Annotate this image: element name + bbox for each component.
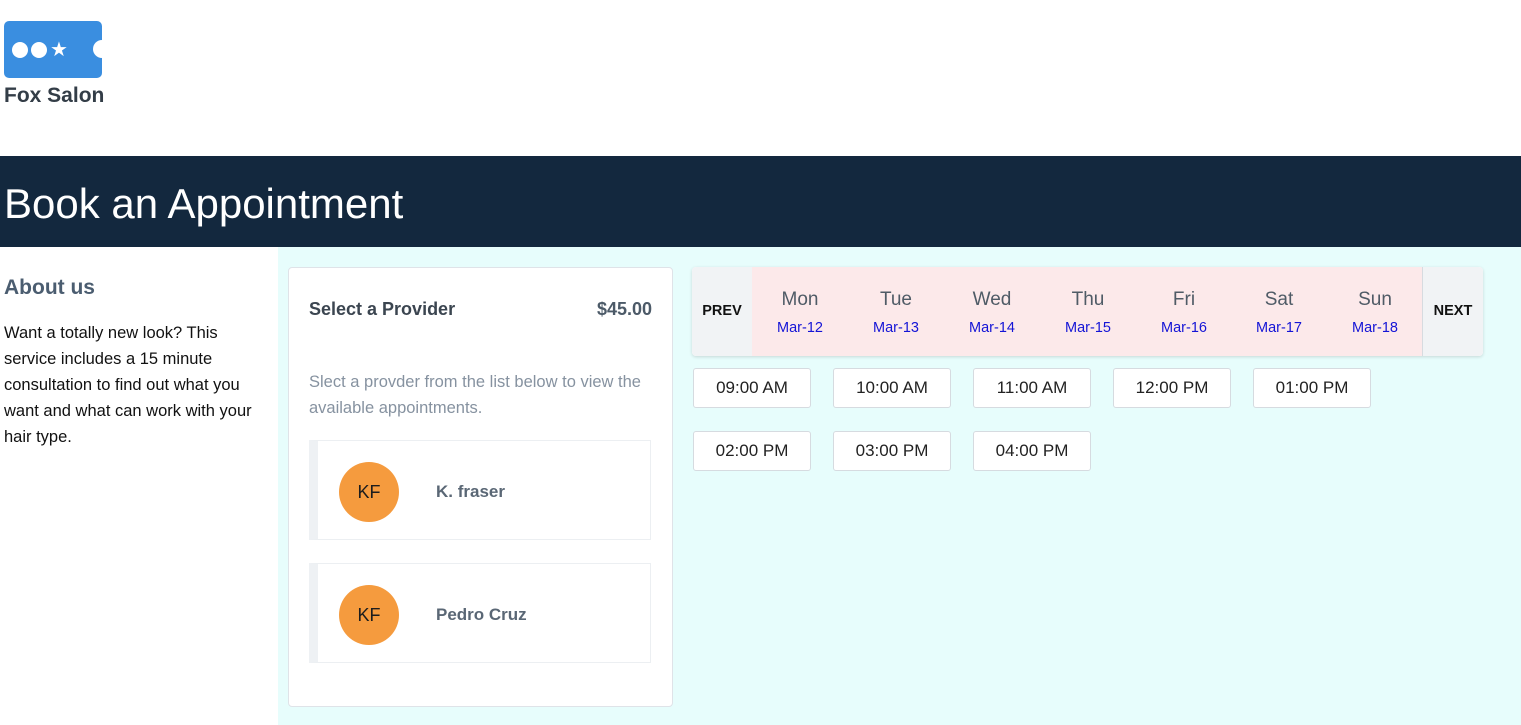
day-strip: Mon Mar-12 Tue Mar-13 Wed Mar-14 Thu Mar… xyxy=(752,267,1423,356)
day-name: Tue xyxy=(879,289,913,310)
week-calendar: PREV Mon Mar-12 Tue Mar-13 Wed Mar-14 Th… xyxy=(692,267,1483,356)
time-slot-button[interactable]: 04:00 PM xyxy=(973,431,1091,471)
day-name: Sat xyxy=(1264,289,1294,310)
day-mon[interactable]: Mon Mar-12 xyxy=(752,267,848,356)
day-name: Mon xyxy=(781,289,819,310)
day-date: Mar-18 xyxy=(1352,320,1398,336)
header: ★ Fox Salon xyxy=(0,0,1521,156)
logo-notch xyxy=(93,40,102,58)
provider-name: K. fraser xyxy=(436,482,505,501)
time-slot-button[interactable]: 02:00 PM xyxy=(693,431,811,471)
avatar: KF xyxy=(339,585,399,645)
time-slot-button[interactable]: 12:00 PM xyxy=(1113,368,1231,408)
about-heading: About us xyxy=(4,276,95,299)
about-section: About us Want a totally new look? This s… xyxy=(0,247,278,725)
day-name: Wed xyxy=(972,289,1012,310)
time-slot-button[interactable]: 01:00 PM xyxy=(1253,368,1371,408)
provider-hint: Slect a provder from the list below to v… xyxy=(309,373,641,417)
day-date: Mar-17 xyxy=(1256,320,1302,336)
prev-week-button[interactable]: PREV xyxy=(692,267,753,356)
provider-item[interactable]: KF K. fraser xyxy=(309,440,651,540)
star-icon: ★ xyxy=(50,37,68,61)
day-fri[interactable]: Fri Mar-16 xyxy=(1136,267,1232,356)
about-text: Want a totally new look? This service in… xyxy=(4,324,252,446)
day-sat[interactable]: Sat Mar-17 xyxy=(1231,267,1327,356)
provider-card: Select a Provider $45.00 Slect a provder… xyxy=(288,267,673,707)
booking-area: Select a Provider $45.00 Slect a provder… xyxy=(278,247,1521,725)
logo-dot xyxy=(31,42,47,58)
page-banner: Book an Appointment xyxy=(0,156,1521,247)
day-date: Mar-15 xyxy=(1065,320,1111,336)
day-sun[interactable]: Sun Mar-18 xyxy=(1327,267,1423,356)
time-slot-button[interactable]: 09:00 AM xyxy=(693,368,811,408)
ticket-icon[interactable]: ★ xyxy=(4,21,102,78)
day-name: Fri xyxy=(1172,289,1196,310)
next-week-button[interactable]: NEXT xyxy=(1422,267,1483,356)
provider-item[interactable]: KF Pedro Cruz xyxy=(309,563,651,663)
time-slot-button[interactable]: 11:00 AM xyxy=(973,368,1091,408)
brand-name: Fox Salon xyxy=(4,84,105,107)
day-tue[interactable]: Tue Mar-13 xyxy=(848,267,944,356)
provider-card-title: Select a Provider xyxy=(309,299,456,319)
time-slot-button[interactable]: 03:00 PM xyxy=(833,431,951,471)
provider-name: Pedro Cruz xyxy=(436,605,527,624)
day-date: Mar-16 xyxy=(1161,320,1207,336)
day-thu[interactable]: Thu Mar-15 xyxy=(1040,267,1136,356)
day-date: Mar-13 xyxy=(873,320,919,336)
logo-dot xyxy=(12,42,28,58)
day-date: Mar-14 xyxy=(969,320,1015,336)
time-slot-button[interactable]: 10:00 AM xyxy=(833,368,951,408)
page-title: Book an Appointment xyxy=(4,180,404,227)
day-wed[interactable]: Wed Mar-14 xyxy=(944,267,1040,356)
day-name: Thu xyxy=(1071,289,1105,310)
service-price: $45.00 xyxy=(596,299,652,319)
avatar: KF xyxy=(339,462,399,522)
day-name: Sun xyxy=(1358,289,1392,310)
day-date: Mar-12 xyxy=(777,320,823,336)
